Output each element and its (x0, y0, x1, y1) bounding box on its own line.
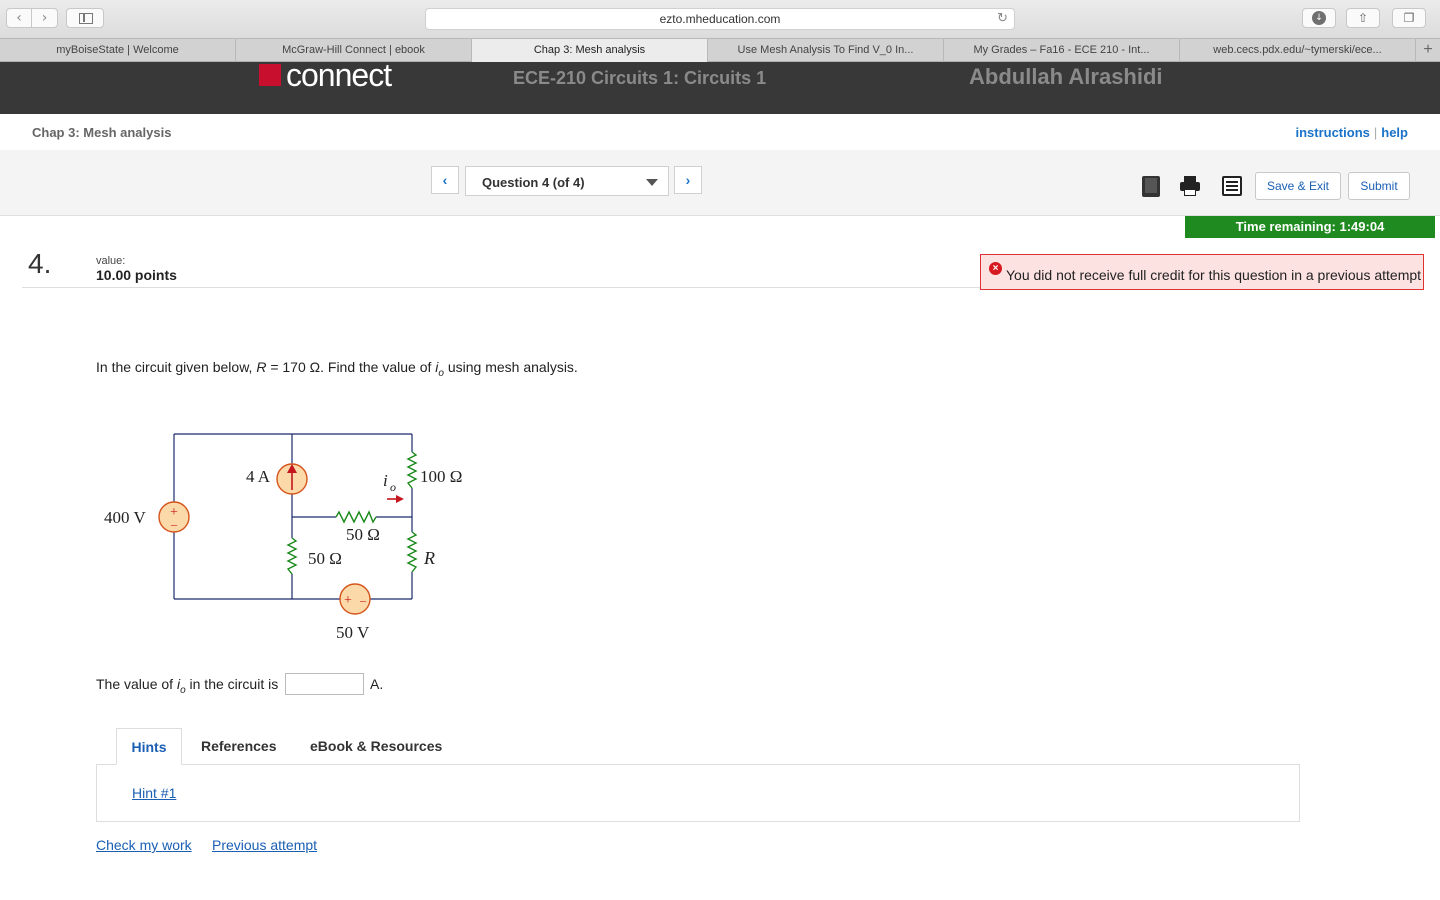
label-50-ohm-mid: 50 Ω (346, 525, 380, 544)
divider (22, 287, 980, 288)
instructions-link[interactable]: instructions (1295, 125, 1369, 140)
answer-text-2: in the circuit is (185, 676, 279, 692)
resistor-50-ohm-left (286, 537, 298, 575)
tab-myboisestate[interactable]: myBoiseState | Welcome (0, 39, 236, 62)
question-number: 4. (28, 248, 52, 279)
question-prompt: In the circuit given below, R = 170 Ω. F… (96, 359, 578, 379)
answer-unit: A. (370, 676, 384, 692)
resistor-100-ohm (406, 451, 418, 489)
assignment-links: instructions | help (1295, 125, 1408, 140)
label-io: i (383, 471, 388, 490)
voltage-source-50v: + – (339, 583, 371, 615)
connect-logo: connect (286, 57, 392, 93)
tab-pdx[interactable]: web.cecs.pdx.edu/~tymerski/ece... (1180, 39, 1416, 62)
question-nav: ‹ Question 4 (of 4) › Save & Exit Submit (0, 150, 1440, 216)
tabs-overview-icon[interactable]: ❐ (1392, 8, 1426, 28)
print-icon[interactable] (1180, 176, 1200, 196)
label-50-ohm-left: 50 Ω (308, 549, 342, 568)
resistor-r (406, 531, 418, 573)
new-tab-icon[interactable]: + (1416, 39, 1440, 61)
assignment-title: Chap 3: Mesh analysis (32, 125, 172, 140)
tab-my-grades[interactable]: My Grades – Fa16 - ECE 210 - Int... (944, 39, 1180, 62)
hints-panel: Hint #1 (96, 764, 1300, 822)
submit-button[interactable]: Submit (1348, 172, 1410, 200)
current-arrow-io (387, 495, 404, 503)
mcgraw-hill-logo (259, 64, 281, 86)
sidebar-toggle-icon[interactable] (66, 8, 104, 28)
browser-toolbar: ‹ › ezto.mheducation.com ↻ ↓ ⇧ ❐ (0, 0, 1440, 38)
forward-icon[interactable]: › (32, 8, 58, 28)
previous-attempt-link[interactable]: Previous attempt (212, 837, 317, 853)
source-50v-minus: – (359, 593, 367, 607)
alert-text: You did not receive full credit for this… (1006, 267, 1422, 283)
tab-use-mesh-analysis[interactable]: Use Mesh Analysis To Find V_0 In... (708, 39, 944, 62)
assignment-bar: Chap 3: Mesh analysis instructions | help (0, 114, 1440, 150)
error-icon: × (989, 262, 1002, 275)
back-icon[interactable]: ‹ (6, 8, 32, 28)
ebook-icon[interactable] (1142, 176, 1160, 197)
answer-input[interactable] (285, 673, 364, 695)
question-points: 10.00 points (96, 267, 177, 283)
course-title: ECE-210 Circuits 1: Circuits 1 (513, 68, 767, 88)
reload-icon[interactable]: ↻ (997, 9, 1008, 29)
tab-references[interactable]: References (201, 728, 277, 765)
downloads-icon[interactable]: ↓ (1302, 8, 1336, 28)
label-r: R (423, 548, 435, 568)
answer-text-1: The value of (96, 676, 177, 692)
tab-hints[interactable]: Hints (116, 728, 182, 765)
connect-header: connect ECE-210 Circuits 1: Circuits 1 A… (0, 57, 1440, 114)
prompt-text-1: In the circuit given below, (96, 359, 257, 375)
resistor-50-ohm-mid (335, 510, 377, 524)
save-exit-button[interactable]: Save & Exit (1255, 172, 1341, 200)
label-4a: 4 A (246, 467, 271, 486)
source-400v-minus: – (170, 517, 178, 531)
report-icon[interactable] (1222, 176, 1242, 196)
circuit-diagram: + – 400 V 4 A i o + – 100 Ω 50 Ω 50 Ω R … (104, 433, 462, 642)
help-link[interactable]: help (1381, 125, 1408, 140)
hint-1-link[interactable]: Hint #1 (132, 785, 176, 801)
current-source-4a (276, 463, 308, 495)
chevron-down-icon (646, 179, 658, 186)
next-question-button[interactable]: › (674, 166, 702, 194)
answer-prompt: The value of io in the circuit is (96, 676, 278, 696)
url-text: ezto.mheducation.com (659, 12, 781, 26)
label-50v: 50 V (336, 623, 370, 642)
check-my-work-link[interactable]: Check my work (96, 837, 192, 853)
share-icon[interactable]: ⇧ (1346, 8, 1380, 28)
prompt-text-2: = 170 Ω. Find the value of (266, 359, 436, 375)
previous-question-button[interactable]: ‹ (431, 166, 459, 194)
label-400v: 400 V (104, 508, 146, 527)
tab-ebook-resources[interactable]: eBook & Resources (310, 728, 442, 765)
label-io-sub: o (390, 480, 396, 494)
credit-alert: × You did not receive full credit for th… (980, 254, 1424, 290)
prompt-text-3: using mesh analysis. (443, 359, 578, 375)
prompt-r: R (256, 359, 267, 375)
circuit-wires (173, 433, 413, 600)
history-buttons: ‹ › (6, 8, 58, 28)
user-name[interactable]: Abdullah Alrashidi (969, 64, 1163, 90)
question-select-value: Question 4 (of 4) (482, 175, 585, 190)
question-select[interactable]: Question 4 (of 4) (465, 166, 669, 196)
time-remaining: Time remaining: 1:49:04 (1185, 216, 1435, 238)
source-50v-plus: + (344, 593, 352, 608)
tab-bar: myBoiseState | Welcome McGraw-Hill Conne… (0, 38, 1440, 62)
link-separator: | (1373, 125, 1378, 140)
value-label: value: (96, 255, 126, 267)
tab-mesh-analysis[interactable]: Chap 3: Mesh analysis (472, 39, 708, 62)
label-100-ohm: 100 Ω (420, 467, 462, 486)
address-bar[interactable]: ezto.mheducation.com ↻ (425, 8, 1015, 30)
voltage-source-400v: + – (158, 501, 190, 533)
